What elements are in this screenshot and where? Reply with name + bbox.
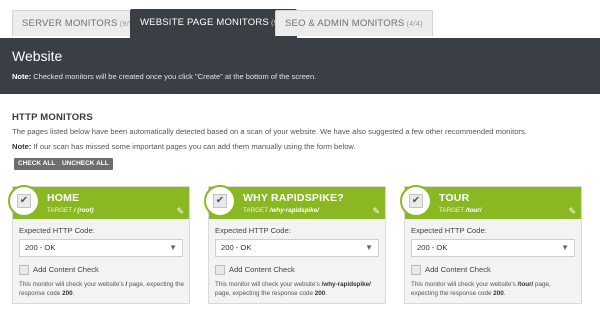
- checkmark-icon: ✔: [19, 195, 29, 206]
- content-check-checkbox[interactable]: [411, 265, 421, 275]
- card-header: ✔ TOUR TARGET /tour/ ✎: [400, 185, 581, 219]
- banner-note: Note: Checked monitors will be created o…: [12, 72, 316, 81]
- monitor-checkbox[interactable]: ✔: [213, 194, 227, 208]
- edit-icon[interactable]: ✎: [568, 206, 576, 217]
- note-text: If our scan has missed some important pa…: [33, 142, 356, 151]
- chevron-down-icon: ▼: [169, 243, 177, 252]
- tab-count: (4/4): [406, 19, 423, 28]
- content-check-label: Add Content Check: [425, 265, 491, 274]
- chevron-down-icon: ▼: [561, 243, 569, 252]
- select-value: 200 - OK: [417, 243, 448, 252]
- section-title: HTTP MONITORS: [12, 112, 93, 123]
- monitor-name: TOUR: [439, 192, 470, 204]
- check-all-button[interactable]: CHECK ALL: [14, 158, 60, 170]
- section-description: The pages listed below have been automat…: [12, 127, 527, 136]
- tab-label: SERVER MONITORS: [22, 18, 118, 29]
- edit-icon[interactable]: ✎: [176, 206, 184, 217]
- http-code-label: Expected HTTP Code:: [19, 226, 95, 235]
- select-circle: ✔: [8, 185, 40, 217]
- select-value: 200 - OK: [221, 243, 252, 252]
- monitor-checkbox[interactable]: ✔: [409, 194, 423, 208]
- monitor-target: TARGET /why-rapidspike/: [243, 207, 320, 214]
- chevron-down-icon: ▼: [365, 243, 373, 252]
- page-title: Website: [12, 48, 63, 64]
- http-code-select[interactable]: 200 - OK ▼: [215, 239, 379, 257]
- tab-website-page-monitors[interactable]: WEBSITE PAGE MONITORS(9/9): [130, 9, 298, 38]
- tab-label: WEBSITE PAGE MONITORS: [140, 17, 269, 28]
- tab-seo-admin-monitors[interactable]: SEO & ADMIN MONITORS (4/4): [275, 10, 433, 36]
- select-circle: ✔: [204, 185, 236, 217]
- monitor-card-tour: ✔ TOUR TARGET /tour/ ✎ Expected HTTP Cod…: [400, 185, 582, 304]
- http-code-label: Expected HTTP Code:: [411, 226, 487, 235]
- monitor-card-why-rapidspike: ✔ WHY RAPIDSPIKE? TARGET /why-rapidspike…: [204, 185, 386, 304]
- monitor-info: This monitor will check your website's /…: [411, 281, 551, 297]
- select-circle: ✔: [400, 185, 432, 217]
- content-check-label: Add Content Check: [229, 265, 295, 274]
- monitor-name: HOME: [47, 192, 80, 204]
- card-header: ✔ WHY RAPIDSPIKE? TARGET /why-rapidspike…: [204, 185, 385, 219]
- tab-server-monitors[interactable]: SERVER MONITORS (9/9): [12, 10, 146, 36]
- http-code-select[interactable]: 200 - OK ▼: [19, 239, 183, 257]
- content-check-checkbox[interactable]: [215, 265, 225, 275]
- monitor-name: WHY RAPIDSPIKE?: [243, 192, 344, 204]
- note-label: Note:: [12, 142, 32, 151]
- content-check-label: Add Content Check: [33, 265, 99, 274]
- tab-label: SEO & ADMIN MONITORS: [285, 18, 405, 29]
- header-banner: Website Note: Checked monitors will be c…: [0, 38, 600, 94]
- card-header: ✔ HOME TARGET / (root) ✎: [8, 185, 189, 219]
- monitor-card-home: ✔ HOME TARGET / (root) ✎ Expected HTTP C…: [8, 185, 190, 304]
- monitor-target: TARGET /tour/: [439, 207, 482, 214]
- uncheck-all-button[interactable]: UNCHECK ALL: [58, 158, 113, 170]
- content-check-checkbox[interactable]: [19, 265, 29, 275]
- http-code-select[interactable]: 200 - OK ▼: [411, 239, 575, 257]
- checkmark-icon: ✔: [215, 195, 225, 206]
- note-label: Note:: [12, 72, 32, 81]
- monitor-target: TARGET / (root): [47, 207, 94, 214]
- select-value: 200 - OK: [25, 243, 56, 252]
- monitor-info: This monitor will check your website's /…: [215, 281, 371, 297]
- monitor-info: This monitor will check your website's /…: [19, 281, 185, 297]
- note-text: Checked monitors will be created once yo…: [33, 72, 317, 81]
- edit-icon[interactable]: ✎: [372, 206, 380, 217]
- monitor-checkbox[interactable]: ✔: [17, 194, 31, 208]
- tab-bar: SERVER MONITORS (9/9) WEBSITE PAGE MONITO…: [0, 0, 600, 39]
- http-code-label: Expected HTTP Code:: [215, 226, 291, 235]
- checkmark-icon: ✔: [411, 195, 421, 206]
- section-note: Note: If our scan has missed some import…: [12, 142, 356, 151]
